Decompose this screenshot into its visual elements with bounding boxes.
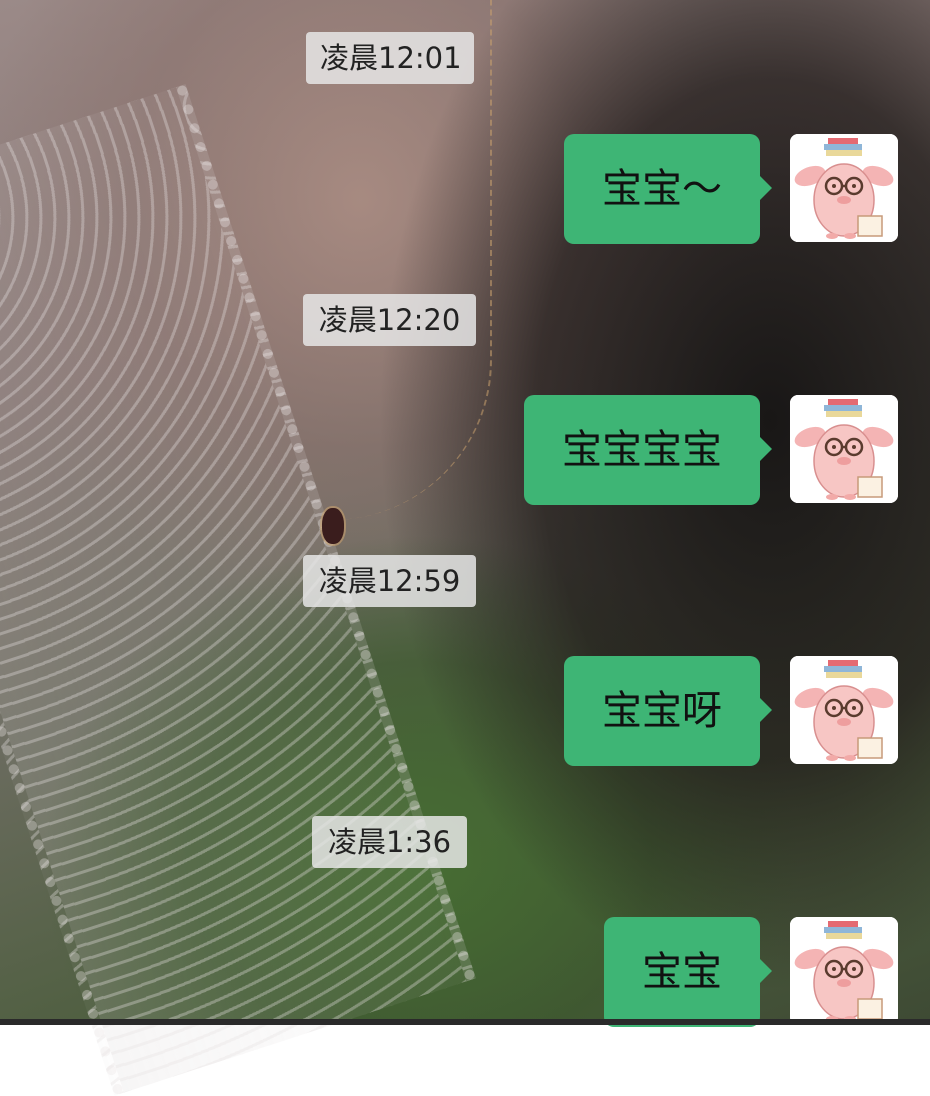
message-row: 宝宝 [604, 917, 898, 1027]
message-bubble[interactable]: 宝宝～ [564, 134, 772, 244]
avatar[interactable] [790, 917, 898, 1025]
message-row: 宝宝呀 [564, 656, 898, 766]
bottom-edge-bar [0, 1019, 930, 1025]
message-row: 宝宝宝宝 [524, 395, 898, 505]
pig-sticker-icon [790, 656, 898, 764]
timestamp-text: 凌晨1:36 [327, 825, 452, 859]
message-text: 宝宝～ [602, 166, 722, 212]
avatar[interactable] [790, 656, 898, 764]
timestamp-chip: 凌晨1:36 [312, 816, 467, 868]
timestamp-chip: 凌晨12:20 [303, 294, 476, 346]
message-text: 宝宝宝宝 [562, 427, 722, 473]
avatar[interactable] [790, 395, 898, 503]
message-text: 宝宝 [642, 949, 722, 995]
message-text: 宝宝呀 [602, 688, 722, 734]
avatar[interactable] [790, 134, 898, 242]
pig-sticker-icon [790, 134, 898, 242]
bubble-tail [759, 958, 772, 984]
timestamp-chip: 凌晨12:01 [306, 32, 474, 84]
timestamp-text: 凌晨12:20 [318, 303, 461, 337]
pig-sticker-icon [790, 395, 898, 503]
timestamp-chip: 凌晨12:59 [303, 555, 476, 607]
bubble-tail [759, 697, 772, 723]
bubble-tail [759, 175, 772, 201]
message-bubble[interactable]: 宝宝 [604, 917, 772, 1027]
message-bubble[interactable]: 宝宝呀 [564, 656, 772, 766]
chat-message-list[interactable]: 凌晨12:01 宝宝～ 凌晨12:20 宝宝宝宝 凌晨12:59 宝宝呀 凌晨1… [0, 0, 930, 1027]
message-bubble[interactable]: 宝宝宝宝 [524, 395, 772, 505]
timestamp-text: 凌晨12:01 [320, 41, 462, 75]
timestamp-text: 凌晨12:59 [318, 564, 461, 598]
bubble-tail [759, 436, 772, 462]
pig-sticker-icon [790, 917, 898, 1025]
message-row: 宝宝～ [564, 134, 898, 244]
